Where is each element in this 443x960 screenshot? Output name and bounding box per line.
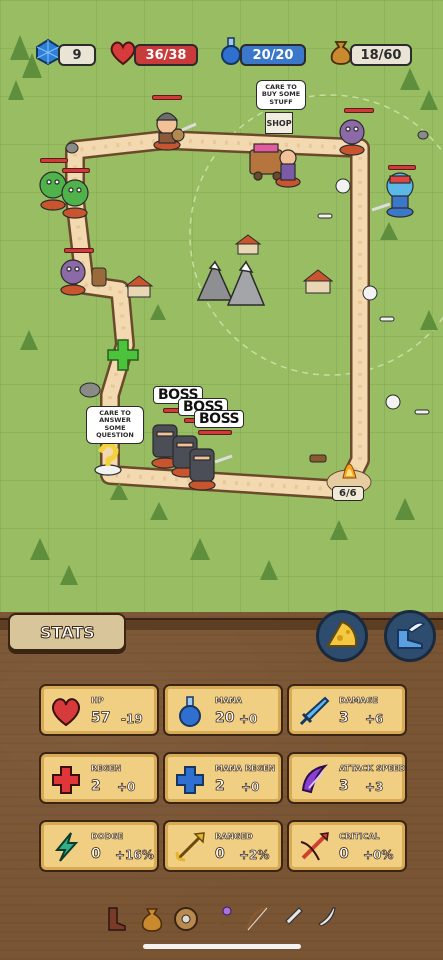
stat-bonus: +6	[365, 712, 384, 727]
cheese-ability-button[interactable]	[316, 610, 368, 662]
heart-icon	[52, 698, 80, 727]
game-map[interactable]: CARE TO BUY SOME STUFF SHOP CARE TO ANSW…	[0, 0, 443, 612]
cheese-icon	[326, 620, 357, 647]
stat-value: 2	[91, 778, 102, 795]
warrior-enemy	[153, 112, 197, 151]
mana-counter: 20/20	[240, 44, 306, 66]
enemy-hp-bar	[62, 168, 90, 173]
shop-sign[interactable]: SHOP	[265, 112, 293, 134]
stat-bonus: +2%	[239, 848, 270, 863]
stat-bonus: +0	[239, 712, 258, 727]
scimitar-icon[interactable]	[313, 905, 339, 933]
hp-counter: 36/38	[134, 44, 198, 66]
quiz-npc	[94, 442, 122, 476]
purple-ogre-enemy	[60, 259, 86, 296]
stat-card-mana-regen[interactable]: MANA REGEN 2 +0	[163, 752, 283, 804]
winged-boot-icon	[397, 622, 426, 649]
stat-label: REGEN	[91, 764, 122, 774]
campfire-counter: 6/6	[332, 486, 364, 501]
map-units	[39, 112, 414, 491]
dagger-icon[interactable]	[279, 905, 305, 933]
stat-card-damage[interactable]: DAMAGE 3 +6	[287, 684, 407, 736]
crossbow-icon	[300, 832, 329, 861]
stats-tab[interactable]: STATS	[8, 613, 126, 651]
home-indicator[interactable]	[143, 944, 301, 949]
lightning-icon	[54, 832, 79, 862]
swift-slash-icon	[301, 764, 329, 794]
stat-card-critical[interactable]: CRITICAL 0 +0%	[287, 820, 407, 872]
purple-ogre-enemy	[339, 119, 365, 156]
enemy-hp-bar	[40, 158, 68, 163]
shield-icon[interactable]	[173, 905, 199, 933]
shopkeeper-npc	[275, 149, 301, 188]
quiz-speech-bubble: CARE TO ANSWER SOME QUESTION	[86, 406, 144, 444]
stat-label: CRITICAL	[339, 832, 380, 842]
stat-bonus: +0%	[363, 848, 394, 863]
boot-icon[interactable]	[103, 905, 129, 933]
stat-value: 0	[91, 846, 102, 863]
boss-label: BOSS	[194, 410, 245, 428]
enemy-hp-bar	[64, 248, 94, 253]
bow-icon[interactable]	[243, 905, 269, 933]
stat-label: MANA	[215, 696, 243, 706]
stat-label: RANGED	[215, 832, 253, 842]
stat-value: 2	[215, 778, 226, 795]
sword-icon	[299, 696, 330, 726]
stat-card-mana[interactable]: MANA 20 +0	[163, 684, 283, 736]
stat-value: 3	[339, 778, 350, 795]
bag-capacity-counter: 18/60	[350, 44, 412, 66]
boss-hp-bar	[198, 430, 232, 435]
stat-label: DODGE	[91, 832, 124, 842]
stat-value: 3	[339, 710, 350, 727]
boss-knight-enemy	[188, 448, 233, 491]
stat-label: MANA REGEN	[215, 764, 276, 774]
goblin-enemy	[61, 179, 89, 219]
stat-bonus: +3	[365, 780, 384, 795]
enemy-hp-bar	[152, 95, 182, 100]
stat-value: 0	[339, 846, 350, 863]
stat-bonus: +0	[117, 780, 136, 795]
stat-value: 57	[91, 710, 111, 727]
stat-label: ATTACK SPEED	[339, 764, 406, 774]
stat-card-dodge[interactable]: DODGE 0 +16%	[39, 820, 159, 872]
stat-bonus: +0	[241, 780, 260, 795]
hero-player	[371, 172, 414, 218]
stat-card-attack-speed[interactable]: ATTACK SPEED 3 +3	[287, 752, 407, 804]
stat-bonus: +16%	[115, 848, 154, 863]
player-hp-bar	[388, 165, 416, 170]
potion-icon	[179, 696, 201, 727]
staff-icon[interactable]	[207, 905, 233, 933]
stat-label: DAMAGE	[339, 696, 379, 706]
stat-bonus: -19	[121, 712, 143, 727]
arrow-icon	[175, 832, 205, 862]
winged-boot-button[interactable]	[384, 610, 436, 662]
enemy-hp-bar	[344, 108, 374, 113]
stat-value: 20	[215, 710, 235, 727]
stat-value: 0	[215, 846, 226, 863]
stat-card-ranged[interactable]: RANGED 0 +2%	[163, 820, 283, 872]
coin-bag-icon[interactable]	[139, 905, 165, 933]
shop-speech-bubble: CARE TO BUY SOME STUFF	[256, 80, 306, 111]
stat-card-regen[interactable]: REGEN 2 +0	[39, 752, 159, 804]
red-cross-icon	[52, 766, 80, 794]
stat-label: HP	[91, 696, 104, 706]
blue-cross-icon	[176, 766, 204, 794]
gem-counter: 9	[58, 44, 96, 66]
stat-card-hp[interactable]: HP 57 -19	[39, 684, 159, 736]
